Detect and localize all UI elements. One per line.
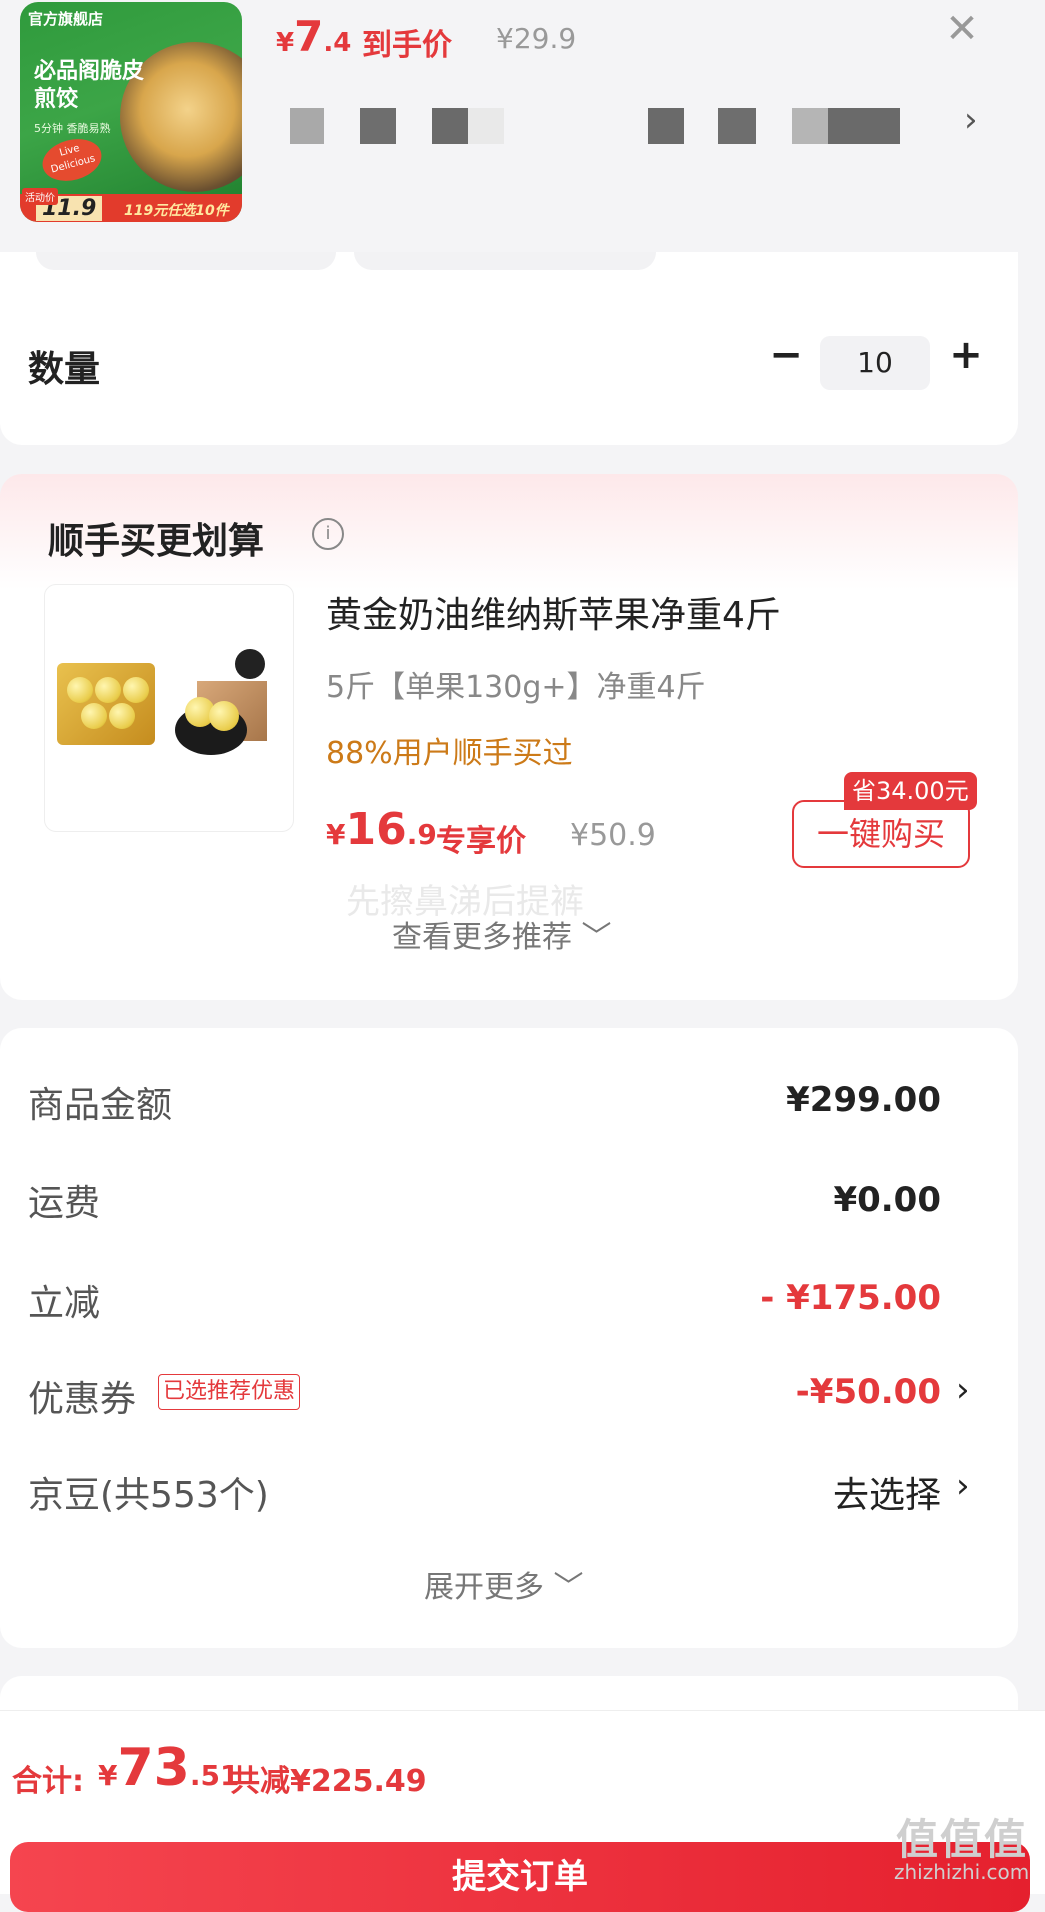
one-click-buy-button[interactable]: 一键购买	[792, 800, 970, 868]
shipping-label: 运费	[28, 1183, 101, 1224]
price-integer: 73	[117, 1738, 190, 1798]
recommendation-title: 顺手买更划算	[48, 521, 265, 562]
variant-option[interactable]	[432, 108, 468, 144]
price-currency: ¥	[98, 1759, 118, 1792]
site-watermark: 值值值	[896, 1815, 1029, 1864]
savings-badge: 省34.00元	[844, 772, 977, 810]
recommend-product-name[interactable]: 黄金奶油维纳斯苹果净重4斤	[326, 586, 781, 638]
original-price: ¥29.9	[496, 22, 577, 55]
jd-beans-label[interactable]: 京豆(共553个)	[28, 1466, 269, 1518]
coupon-recommended-tag: 已选推荐优惠	[158, 1374, 301, 1410]
variant-option[interactable]	[290, 108, 324, 144]
price-integer: 7	[294, 12, 324, 61]
thumb-store-label: 官方旗舰店	[28, 10, 104, 28]
instant-discount-label: 立减	[28, 1283, 101, 1324]
chevron-right-icon[interactable]: ›	[956, 1466, 970, 1506]
apple-image	[95, 677, 121, 703]
goods-amount-label: 商品金额	[28, 1085, 173, 1126]
recommend-price-label: 专享价	[436, 824, 526, 859]
variant-option[interactable]	[792, 108, 828, 144]
recommend-product-spec: 5斤【单果130g+】净重4斤	[326, 670, 706, 705]
shipping-value: ¥0.00	[833, 1180, 941, 1220]
thumb-promo-text: 119元任选10件	[124, 203, 229, 219]
spec-option[interactable]	[354, 252, 656, 270]
total-label: 合计:	[12, 1764, 84, 1799]
variant-option[interactable]	[648, 108, 684, 144]
variant-option[interactable]	[468, 108, 504, 144]
price-currency: ¥	[326, 818, 346, 851]
brand-badge-icon	[235, 649, 265, 679]
info-icon[interactable]: i	[312, 518, 344, 550]
product-thumbnail: 官方旗舰店 必品阁脆皮煎饺 5分钟 香脆易熟 Live Delicious 11…	[20, 2, 242, 222]
recommend-purchase-hint: 88%用户顺手买过	[326, 736, 573, 771]
instant-discount-value: - ¥175.00	[760, 1278, 941, 1318]
recommend-price: ¥16.9	[326, 804, 437, 855]
final-price: ¥7.4	[276, 12, 351, 61]
variant-option[interactable]	[718, 108, 756, 144]
price-decimal: .4	[323, 28, 352, 58]
thumb-product-name: 必品阁脆皮煎饺	[34, 59, 145, 112]
recommend-original-price: ¥50.9	[570, 818, 656, 853]
view-more-recommendations-link[interactable]: 查看更多推荐 ﹀	[392, 912, 612, 956]
final-price-label: 到手价	[362, 28, 452, 63]
price-integer: 16	[345, 804, 407, 855]
goods-amount-value: ¥299.00	[786, 1080, 941, 1120]
variant-option[interactable]	[828, 108, 900, 144]
apple-image	[209, 701, 239, 731]
thumb-live-badge: Live Delicious	[37, 132, 107, 188]
minus-icon[interactable]: −	[766, 335, 806, 376]
coupon-label[interactable]: 优惠券	[28, 1370, 136, 1422]
coupon-value[interactable]: -¥50.00	[796, 1372, 941, 1412]
spec-option[interactable]	[36, 252, 336, 270]
chevron-right-icon[interactable]: ›	[956, 1370, 970, 1410]
jd-beans-select[interactable]: 去选择	[833, 1466, 941, 1518]
apple-product-image[interactable]	[44, 584, 294, 832]
thumb-activity-tag: 活动价	[22, 188, 58, 205]
quantity-input[interactable]: 10	[820, 336, 930, 390]
apple-image	[81, 703, 107, 729]
price-currency: ¥	[276, 28, 295, 58]
price-decimal: .9	[406, 818, 437, 851]
total-price: ¥73.51	[98, 1738, 239, 1798]
submit-order-button[interactable]: 提交订单	[10, 1842, 1030, 1912]
plus-icon[interactable]: +	[946, 335, 986, 376]
quantity-label: 数量	[28, 349, 101, 390]
close-icon[interactable]: ✕	[932, 2, 992, 56]
apple-image	[123, 677, 149, 703]
apple-gift-box	[57, 663, 155, 745]
apple-image	[109, 703, 135, 729]
variant-option[interactable]	[360, 108, 396, 144]
chevron-right-icon[interactable]: ›	[964, 100, 978, 140]
apple-image	[67, 677, 93, 703]
site-watermark-url: zhizhizhi.com	[894, 1860, 1030, 1884]
expand-more-link[interactable]: 展开更多 ﹀	[424, 1562, 584, 1606]
total-discount: 共减¥225.49	[230, 1764, 427, 1799]
thumb-subtitle: 5分钟 香脆易熟	[34, 122, 111, 135]
